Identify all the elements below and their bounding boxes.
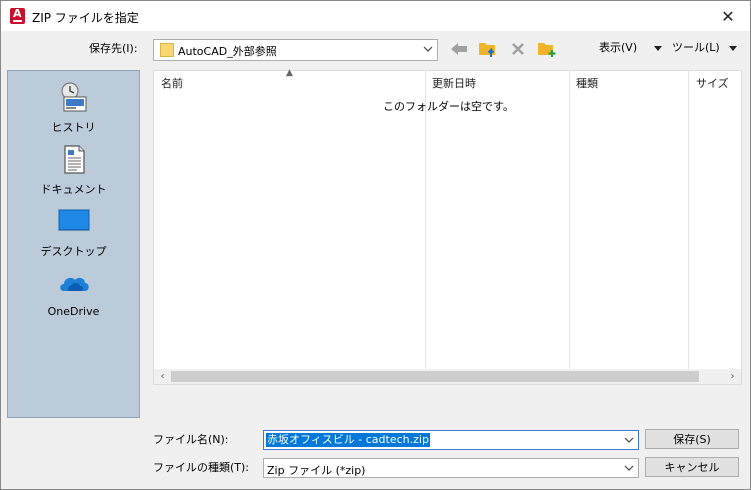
filename-label: ファイル名(N): (153, 433, 229, 446)
places-bar: ヒストリ ドキュメント デスクトップ OneDrive (7, 70, 140, 418)
tools-menu[interactable]: ツール(L) (672, 39, 720, 55)
window-title: ZIP ファイルを指定 (32, 11, 139, 25)
column-header-modified[interactable]: 更新日時 (432, 75, 476, 91)
place-label: デスクトップ (40, 245, 107, 258)
column-header-type[interactable]: 種類 (576, 75, 598, 91)
up-one-level-icon (479, 43, 495, 57)
title-bar: A ZIP ファイルを指定 ✕ (1, 1, 750, 31)
filename-value: 赤坂オフィスビル - cadtech.zip (266, 433, 430, 447)
chevron-down-icon (624, 465, 634, 471)
documents-icon (64, 145, 85, 174)
back-button[interactable] (448, 39, 470, 59)
column-header-name[interactable]: 名前 (161, 75, 183, 91)
tools-dropdown-icon[interactable] (729, 46, 737, 51)
place-history[interactable]: ヒストリ (8, 75, 139, 135)
new-folder-icon (538, 43, 556, 57)
filetype-label: ファイルの種類(T): (153, 461, 250, 474)
filetype-dropdown[interactable]: Zip ファイル (*zip) (263, 458, 639, 478)
place-label: ドキュメント (40, 183, 107, 196)
scrollbar-thumb[interactable] (171, 371, 699, 382)
scroll-left-icon[interactable]: ‹ (154, 369, 171, 384)
view-menu[interactable]: 表示(V) (599, 39, 637, 55)
save-button[interactable]: 保存(S) (645, 429, 739, 449)
filename-input[interactable]: 赤坂オフィスビル - cadtech.zip (263, 430, 639, 450)
column-header-size[interactable]: サイズ (696, 75, 729, 91)
place-onedrive[interactable]: OneDrive (8, 261, 139, 321)
chevron-down-icon (423, 46, 433, 52)
save-in-label: 保存先(I): (89, 42, 138, 55)
zip-file-dialog: A ZIP ファイルを指定 ✕ 保存先(I): AutoCAD_外部参照 表示(… (0, 0, 751, 490)
scroll-right-icon[interactable]: › (724, 369, 741, 384)
sort-ascending-icon: ▲ (286, 68, 293, 78)
current-folder: AutoCAD_外部参照 (178, 45, 277, 58)
save-in-dropdown[interactable]: AutoCAD_外部参照 (153, 39, 438, 61)
up-folder-button[interactable] (477, 39, 499, 59)
history-icon (61, 82, 87, 112)
desktop-icon (58, 209, 90, 231)
file-list[interactable]: ▲ 名前 更新日時 種類 サイズ このフォルダーは空です。 ‹ › (153, 68, 742, 385)
filetype-value: Zip ファイル (*zip) (267, 464, 366, 477)
delete-icon (512, 43, 524, 55)
horizontal-scrollbar[interactable]: ‹ › (154, 369, 741, 384)
delete-button[interactable] (507, 39, 529, 59)
folder-icon (160, 43, 174, 57)
close-button[interactable]: ✕ (706, 1, 750, 31)
new-folder-button[interactable] (536, 39, 558, 59)
back-arrow-icon (451, 43, 467, 55)
cancel-button[interactable]: キャンセル (645, 457, 739, 477)
close-icon: ✕ (721, 6, 735, 26)
place-label: OneDrive (47, 305, 100, 318)
chevron-down-icon[interactable] (624, 435, 634, 445)
view-dropdown-icon[interactable] (654, 46, 662, 51)
place-label: ヒストリ (51, 121, 96, 134)
empty-folder-message: このフォルダーは空です。 (383, 100, 514, 113)
onedrive-icon (60, 277, 89, 291)
place-documents[interactable]: ドキュメント (8, 137, 139, 197)
autocad-icon: A (10, 8, 25, 24)
place-desktop[interactable]: デスクトップ (8, 199, 139, 259)
